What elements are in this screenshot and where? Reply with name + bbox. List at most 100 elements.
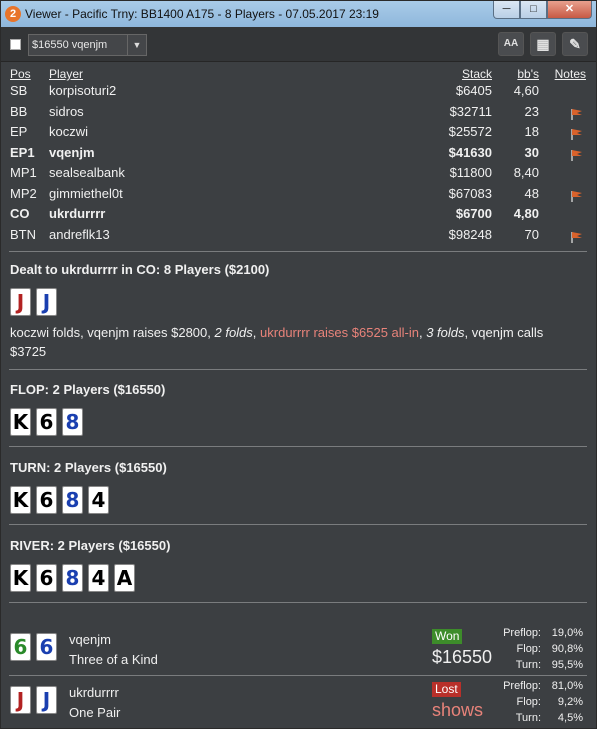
playing-card: 8 [62, 408, 83, 436]
player-bbs: 18 [524, 124, 539, 139]
playing-card: 6 [36, 408, 57, 436]
loser-name: ukrdurrrr [69, 685, 119, 700]
lost-badge: Lost [432, 682, 461, 697]
grid-icon[interactable]: ▦ [530, 32, 556, 56]
player-row[interactable]: MP1 sealsealbank $11800 8,40 [1, 165, 596, 185]
equity-value: 90,8% [551, 643, 583, 655]
player-stack: $11800 [449, 165, 492, 180]
col-header-pos[interactable]: Pos [10, 67, 31, 81]
player-name: sealsealbank [49, 165, 125, 180]
player-row[interactable]: MP2 gimmiethel0t $67083 48 [1, 186, 596, 206]
equity-label: Flop: [516, 696, 541, 708]
player-name: gimmiethel0t [49, 185, 123, 201]
player-position: EP [10, 124, 28, 139]
divider [9, 602, 587, 603]
maximize-button[interactable]: □ [520, 1, 547, 19]
player-stack: $41630 [448, 144, 492, 160]
playing-card: K [10, 486, 31, 514]
equity-label: Preflop: [503, 680, 541, 692]
player-row[interactable]: BB sidros $32711 23 [1, 104, 596, 124]
player-row[interactable]: CO ukrdurrrr $6700 4,80 [1, 206, 596, 226]
player-bbs: 48 [524, 185, 539, 201]
player-bbs: 4,60 [513, 83, 539, 98]
won-badge: Won [432, 629, 463, 644]
playing-card: J [10, 288, 31, 316]
action-text: , [252, 325, 261, 340]
col-header-stack[interactable]: Stack [462, 67, 492, 81]
preflop-header: Dealt to ukrdurrrr in CO: 8 Players ($21… [10, 262, 270, 277]
player-name: vqenjm [49, 144, 95, 160]
note-flag-icon[interactable] [570, 190, 583, 202]
player-row[interactable]: EP1 vqenjm $41630 30 [1, 145, 596, 165]
playing-card: 4 [88, 486, 109, 514]
equity-label: Preflop: [503, 627, 541, 639]
player-position: BTN [10, 226, 36, 242]
player-bbs: 8,40 [513, 165, 539, 180]
hand-select[interactable]: $16550 vqenjm ▼ [28, 34, 147, 56]
action-folds: 2 folds [214, 325, 253, 340]
player-position: SB [10, 83, 28, 98]
equity-value: 81,0% [551, 680, 583, 692]
toolbar: $16550 vqenjm ▼ AA ▦ ✎ [1, 27, 596, 62]
col-header-bbs[interactable]: bb's [517, 67, 539, 81]
font-size-button[interactable]: AA [498, 32, 524, 56]
close-button[interactable]: ✕ [547, 1, 592, 19]
player-name: ukrdurrrr [49, 206, 106, 221]
player-stack: $25572 [448, 124, 492, 139]
player-position: EP1 [10, 144, 35, 160]
divider [9, 369, 587, 370]
playing-card: J [36, 288, 57, 316]
hand-select-value: $16550 vqenjm [32, 39, 108, 51]
divider [9, 524, 587, 525]
playing-card: 6 [36, 564, 57, 592]
river-header: RIVER: 2 Players ($16550) [10, 538, 171, 553]
player-row[interactable]: SB korpisoturi2 $6405 4,60 [1, 83, 596, 103]
player-stack: $6405 [455, 83, 492, 98]
equity-value: 19,0% [551, 627, 583, 639]
flop-header: FLOP: 2 Players ($16550) [10, 382, 166, 397]
note-flag-icon[interactable] [570, 128, 583, 140]
title-bar[interactable]: 2 Viewer - Pacific Trny: BB1400 A175 - 8… [1, 1, 596, 27]
player-bbs: 4,80 [513, 206, 539, 221]
playing-card: J [10, 686, 31, 714]
turn-header: TURN: 2 Players ($16550) [10, 460, 167, 475]
player-bbs: 70 [524, 226, 539, 242]
player-row[interactable]: BTN andreflk13 $98248 70 [1, 227, 596, 247]
hero-action: ukrdurrrr raises $6525 all-in [260, 325, 419, 340]
player-name: sidros [49, 103, 84, 119]
note-flag-icon[interactable] [570, 149, 583, 161]
player-name: andreflk13 [49, 226, 110, 242]
equity-label: Turn: [515, 659, 541, 671]
playing-card: 6 [36, 486, 57, 514]
col-header-player[interactable]: Player [49, 67, 83, 81]
player-bbs: 30 [524, 144, 539, 160]
player-stack: $98248 [448, 226, 492, 242]
action-folds: 3 folds [426, 325, 465, 340]
winner-hand: Three of a Kind [69, 652, 158, 667]
player-position: MP2 [10, 185, 37, 201]
player-position: CO [10, 206, 30, 221]
playing-card: K [10, 564, 31, 592]
hand-checkbox[interactable] [10, 39, 21, 50]
col-header-notes[interactable]: Notes [555, 67, 586, 81]
player-name: korpisoturi2 [49, 83, 117, 98]
player-row[interactable]: EP koczwi $25572 18 [1, 124, 596, 144]
playing-card: A [114, 564, 135, 592]
playing-card: J [36, 686, 57, 714]
player-position: BB [10, 103, 28, 119]
playing-card: K [10, 408, 31, 436]
preflop-action: koczwi folds, vqenjm raises $2800, 2 fol… [10, 323, 580, 361]
hand-viewer-window: 2 Viewer - Pacific Trny: BB1400 A175 - 8… [0, 0, 597, 729]
divider [9, 675, 587, 676]
note-flag-icon[interactable] [570, 231, 583, 243]
note-flag-icon[interactable] [570, 108, 583, 120]
minimize-button[interactable]: ─ [493, 1, 520, 19]
player-stack: $6700 [455, 206, 492, 221]
edit-icon[interactable]: ✎ [562, 32, 588, 56]
equity-label: Flop: [516, 643, 541, 655]
equity-value: 95,5% [551, 659, 583, 671]
divider [9, 446, 587, 447]
chevron-down-icon[interactable]: ▼ [127, 35, 146, 55]
winner-name: vqenjm [69, 632, 111, 647]
playing-card: 4 [88, 564, 109, 592]
